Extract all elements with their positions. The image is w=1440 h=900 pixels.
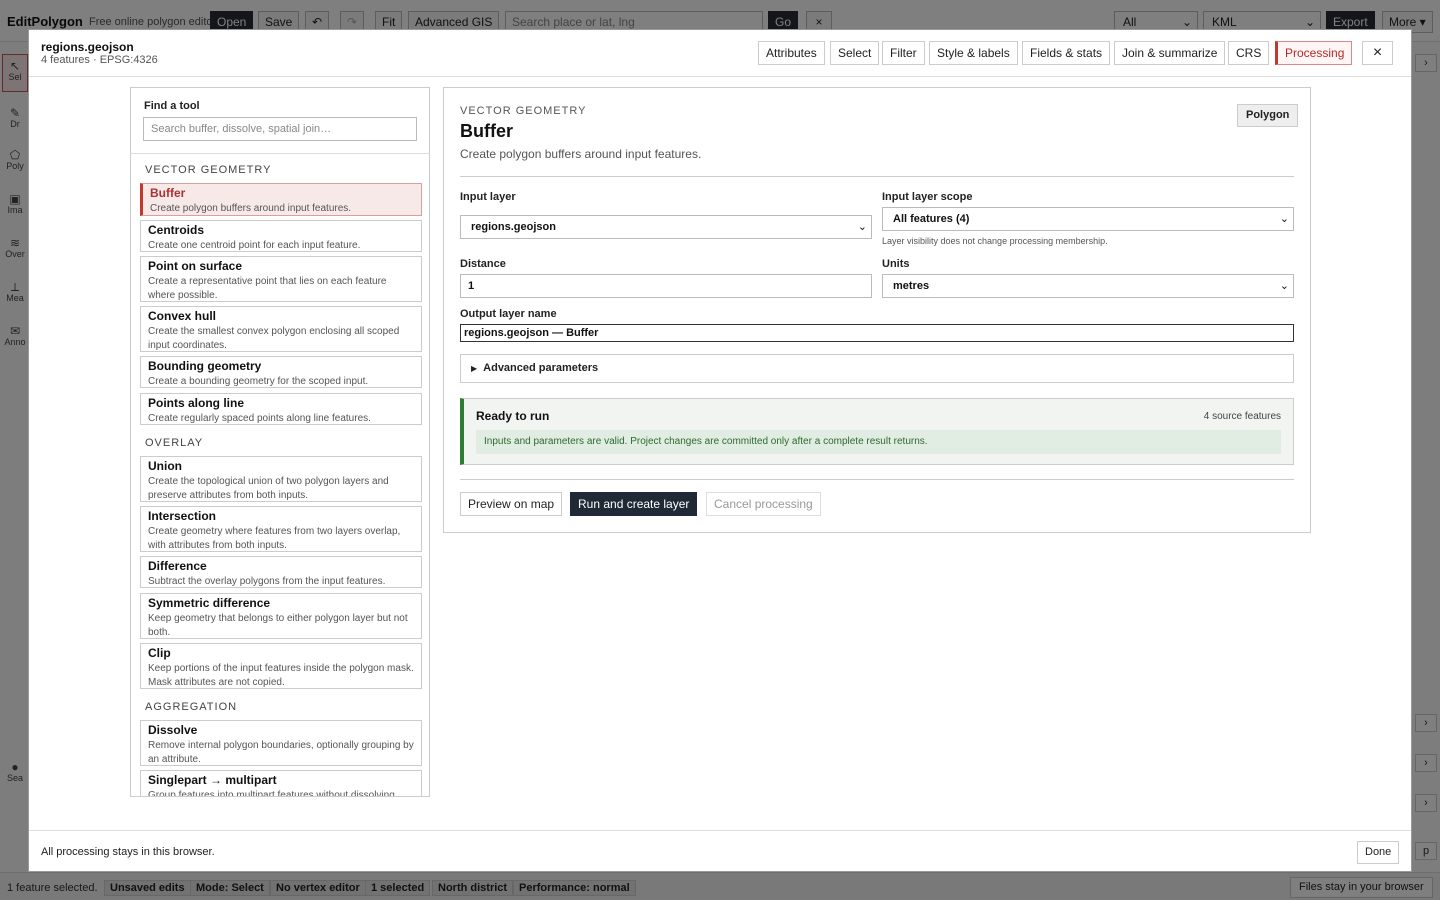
- caret-right-icon: ▶: [471, 364, 478, 373]
- processing-dialog: regions.geojson 4 features · EPSG:4326 A…: [28, 29, 1412, 872]
- divider: [460, 176, 1294, 177]
- layer-title: regions.geojson: [41, 40, 134, 54]
- units-label: Units: [882, 258, 910, 270]
- dialog-header: regions.geojson 4 features · EPSG:4326 A…: [29, 30, 1411, 77]
- tool-item-difference[interactable]: Difference Subtract the overlay polygons …: [140, 556, 422, 588]
- input-scope-label: Input layer scope: [882, 191, 973, 203]
- tab-attributes[interactable]: Attributes: [758, 41, 825, 65]
- tool-item-dissolve[interactable]: Dissolve Remove internal polygon boundari…: [140, 720, 422, 766]
- input-scope-select[interactable]: All features (4) ⌄: [882, 207, 1294, 231]
- cancel-processing-button[interactable]: Cancel processing: [706, 492, 821, 516]
- input-layer-label: Input layer: [460, 191, 516, 203]
- tool-item-clip[interactable]: Clip Keep portions of the input features …: [140, 643, 422, 689]
- tool-item-intersection[interactable]: Intersection Create geometry where featur…: [140, 506, 422, 552]
- tool-detail-panel: VECTOR GEOMETRY Buffer Create polygon bu…: [443, 87, 1311, 533]
- tool-item-bounding-geometry[interactable]: Bounding geometry Create a bounding geome…: [140, 356, 422, 388]
- run-create-layer-button[interactable]: Run and create layer: [570, 492, 698, 516]
- group-heading: AGGREGATION: [145, 701, 238, 713]
- tab-crs[interactable]: CRS: [1228, 41, 1270, 65]
- preview-on-map-button[interactable]: Preview on map: [460, 492, 563, 516]
- validation-message: Inputs and parameters are valid. Project…: [476, 430, 1281, 454]
- input-layer-select[interactable]: regions.geojson ⌄: [460, 215, 872, 239]
- tool-category: VECTOR GEOMETRY: [460, 105, 587, 117]
- done-button[interactable]: Done: [1357, 841, 1400, 864]
- tab-filter[interactable]: Filter: [882, 41, 925, 65]
- layer-subtitle: 4 features · EPSG:4326: [41, 54, 158, 66]
- input-scope-value: All features (4): [893, 213, 970, 225]
- group-heading: VECTOR GEOMETRY: [145, 164, 272, 176]
- tool-item-singlepart-multipart[interactable]: Singlepart → multipart Group features int…: [140, 770, 422, 796]
- advanced-parameters-toggle[interactable]: ▶ Advanced parameters: [460, 354, 1294, 383]
- tool-item-union[interactable]: Union Create the topological union of two…: [140, 456, 422, 502]
- group-heading: OVERLAY: [145, 437, 204, 449]
- tool-search-input[interactable]: Search buffer, dissolve, spatial join…: [143, 117, 417, 141]
- tab-processing[interactable]: Processing: [1275, 41, 1353, 65]
- tool-item-points-along-line[interactable]: Points along line Create regularly spaced…: [140, 393, 422, 425]
- chevron-down-icon: ⌄: [1279, 213, 1289, 225]
- close-icon[interactable]: ×: [1362, 41, 1393, 65]
- divider: [131, 153, 429, 154]
- input-layer-value: regions.geojson: [471, 221, 556, 233]
- output-name-label: Output layer name: [460, 308, 557, 320]
- run-status-panel: Ready to run 4 source features Inputs an…: [460, 398, 1294, 465]
- divider: [460, 479, 1294, 480]
- tab-fields-stats[interactable]: Fields & stats: [1022, 41, 1111, 65]
- tab-style-labels[interactable]: Style & labels: [929, 41, 1018, 65]
- tool-item-buffer[interactable]: Buffer Create polygon buffers around inpu…: [140, 183, 422, 216]
- tool-list-panel: Find a tool Search buffer, dissolve, spa…: [130, 87, 430, 797]
- tool-description: Create polygon buffers around input feat…: [460, 147, 702, 161]
- chevron-down-icon: ⌄: [857, 221, 867, 233]
- tool-item-centroids[interactable]: Centroids Create one centroid point for e…: [140, 220, 422, 252]
- tool-item-convex-hull[interactable]: Convex hull Create the smallest convex po…: [140, 306, 422, 352]
- output-name-input[interactable]: regions.geojson — Buffer: [460, 324, 1294, 342]
- geometry-badge: Polygon: [1237, 104, 1299, 127]
- find-tool-label: Find a tool: [144, 100, 200, 112]
- units-select[interactable]: metres ⌄: [882, 274, 1294, 298]
- tab-join-summarize[interactable]: Join & summarize: [1114, 41, 1226, 65]
- tool-item-symmetric-difference[interactable]: Symmetric difference Keep geometry that b…: [140, 593, 422, 639]
- dialog-footer: All processing stays in this browser. Do…: [29, 830, 1411, 872]
- chevron-down-icon: ⌄: [1279, 280, 1289, 292]
- run-status-title: Ready to run: [476, 409, 550, 423]
- tool-item-point-on-surface[interactable]: Point on surface Create a representative …: [140, 256, 422, 302]
- footer-note: All processing stays in this browser.: [41, 846, 215, 858]
- units-value: metres: [893, 280, 930, 292]
- source-feature-count: 4 source features: [1203, 411, 1281, 422]
- scope-note: Layer visibility does not change process…: [882, 236, 1108, 246]
- distance-input[interactable]: 1: [460, 274, 872, 298]
- tab-select[interactable]: Select: [830, 41, 880, 65]
- advanced-parameters-label: Advanced parameters: [483, 362, 599, 374]
- tool-title: Buffer: [460, 121, 513, 141]
- distance-label: Distance: [460, 258, 506, 270]
